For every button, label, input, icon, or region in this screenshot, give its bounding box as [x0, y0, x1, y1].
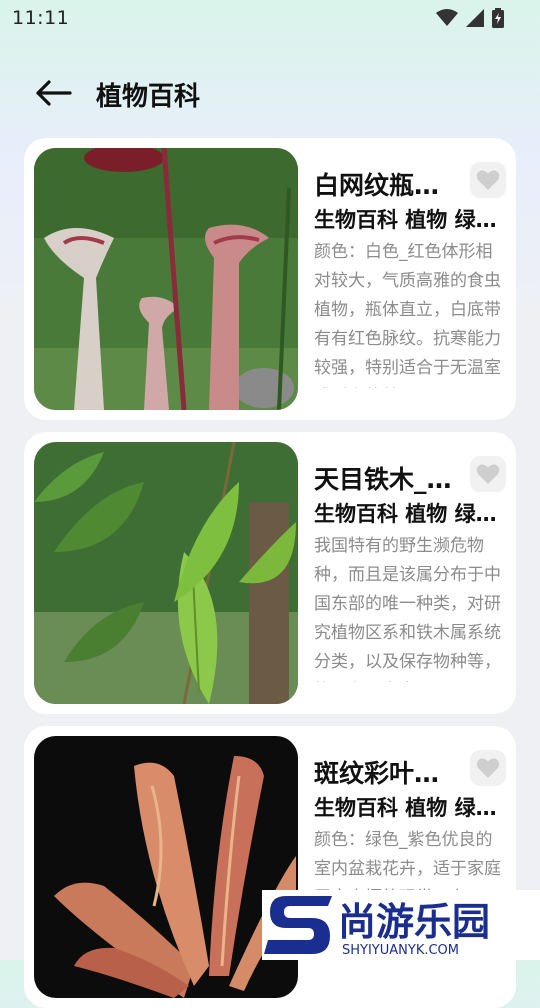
wifi-icon [436, 9, 458, 26]
plant-name: 斑纹彩叶… [314, 759, 440, 788]
app-header: 植物百科 [0, 70, 540, 120]
plant-name: 白网纹瓶… [314, 171, 440, 200]
svg-text:SHYIYUANYK.COM: SHYIYUANYK.COM [342, 943, 459, 958]
plant-card[interactable]: 斑纹彩叶… 生物百科 植物 绿… 颜色：绿色_紫色优良的室内盆栽花卉，适于家庭居… [24, 726, 516, 1008]
back-button[interactable] [34, 78, 74, 108]
plant-description: 我国特有的野生濒危物种，而且是该属分布于中国东部的唯一种类，对研究植物区系和铁木… [314, 536, 501, 682]
plant-tags: 生物百科 植物 绿… [314, 502, 497, 526]
favorite-button[interactable] [470, 456, 506, 492]
status-bar: 11:11 [0, 0, 540, 38]
arrow-left-icon [36, 80, 72, 106]
battery-icon [492, 8, 504, 28]
plant-tags: 生物百科 植物 绿… [314, 208, 497, 232]
plant-image [34, 148, 298, 410]
heart-icon [476, 758, 500, 778]
plant-description: 颜色：白色_红色体形相对较大，气质高雅的食虫植物，瓶体直立，白底带有有红色脉纹。… [314, 242, 501, 388]
heart-icon [476, 170, 500, 190]
plant-tags: 生物百科 植物 绿… [314, 796, 497, 820]
signal-icon [466, 9, 484, 27]
watermark-logo: 尚游乐园 SHYIYUANYK.COM [262, 890, 540, 960]
plant-image [34, 442, 298, 704]
plant-name: 天目铁木_… [314, 465, 452, 494]
plant-card[interactable]: 天目铁木_… 生物百科 植物 绿… 我国特有的野生濒危物种，而且是该属分布于中国… [24, 432, 516, 714]
status-time: 11:11 [12, 7, 70, 29]
favorite-button[interactable] [470, 750, 506, 786]
svg-text:尚游乐园: 尚游乐园 [338, 900, 490, 944]
page-title: 植物百科 [96, 82, 201, 112]
plant-card[interactable]: 白网纹瓶… 生物百科 植物 绿… 颜色：白色_红色体形相对较大，气质高雅的食虫植… [24, 138, 516, 420]
heart-icon [476, 464, 500, 484]
plant-image [34, 736, 298, 998]
favorite-button[interactable] [470, 162, 506, 198]
